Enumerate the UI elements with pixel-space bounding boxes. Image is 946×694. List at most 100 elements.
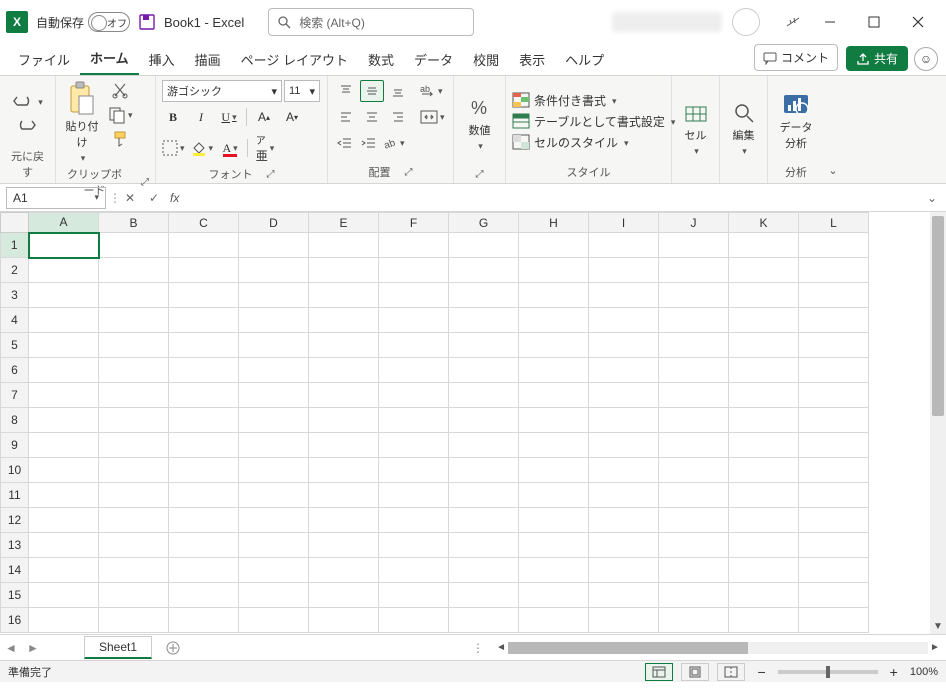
row-header[interactable]: 9 (1, 433, 29, 458)
cell[interactable] (29, 308, 99, 333)
cell[interactable] (99, 608, 169, 633)
column-header[interactable]: B (99, 213, 169, 233)
sheet-tab[interactable]: Sheet1 (84, 636, 152, 659)
new-sheet-button[interactable] (160, 638, 186, 658)
autosave-toggle[interactable]: オフ (88, 12, 130, 32)
cell[interactable] (799, 558, 869, 583)
cell[interactable] (729, 258, 799, 283)
cell[interactable] (589, 608, 659, 633)
font-size-combo[interactable]: 11▾ (284, 80, 320, 102)
column-header[interactable]: I (589, 213, 659, 233)
cell[interactable] (799, 583, 869, 608)
cell[interactable] (99, 233, 169, 258)
row-header[interactable]: 3 (1, 283, 29, 308)
cell[interactable] (29, 583, 99, 608)
cell[interactable] (29, 483, 99, 508)
cell[interactable] (659, 233, 729, 258)
cell[interactable] (659, 358, 729, 383)
cell[interactable] (729, 608, 799, 633)
zoom-out-button[interactable]: − (753, 664, 769, 680)
cell[interactable] (239, 583, 309, 608)
cell[interactable] (29, 258, 99, 283)
cell[interactable] (169, 383, 239, 408)
cell[interactable] (379, 533, 449, 558)
cell[interactable] (589, 408, 659, 433)
fx-icon[interactable]: fx (166, 191, 183, 205)
align-right-button[interactable] (386, 106, 410, 128)
cell[interactable] (29, 233, 99, 258)
cell[interactable] (99, 458, 169, 483)
cell[interactable] (799, 533, 869, 558)
cell[interactable] (169, 283, 239, 308)
cell[interactable] (799, 483, 869, 508)
cell[interactable] (99, 508, 169, 533)
cell[interactable] (309, 583, 379, 608)
cell[interactable] (659, 333, 729, 358)
cancel-formula-button[interactable]: ✕ (118, 191, 142, 205)
cell[interactable] (99, 308, 169, 333)
sheet-bar-options-icon[interactable]: ⋮ (466, 641, 490, 655)
decrease-indent-button[interactable] (334, 132, 356, 154)
column-header[interactable]: C (169, 213, 239, 233)
cell[interactable] (99, 408, 169, 433)
cell[interactable] (589, 458, 659, 483)
font-launcher-icon[interactable]: ⤢ (267, 169, 275, 180)
cell[interactable] (29, 533, 99, 558)
tab-pagelayout[interactable]: ページ レイアウト (231, 44, 358, 75)
format-painter-button[interactable] (109, 128, 131, 150)
sheet-nav-next-icon[interactable]: ► (22, 641, 44, 655)
cell[interactable] (729, 458, 799, 483)
cell[interactable] (169, 233, 239, 258)
cell[interactable] (519, 558, 589, 583)
cell[interactable] (29, 408, 99, 433)
tab-file[interactable]: ファイル (8, 44, 80, 75)
vertical-scrollbar[interactable]: ▲ ▼ (930, 212, 946, 634)
cell[interactable] (449, 558, 519, 583)
cell[interactable] (169, 508, 239, 533)
column-header[interactable]: E (309, 213, 379, 233)
cell[interactable] (99, 583, 169, 608)
font-name-combo[interactable]: 游ゴシック▾ (162, 80, 282, 102)
cell[interactable] (99, 283, 169, 308)
cell[interactable] (449, 308, 519, 333)
cell[interactable] (449, 458, 519, 483)
cell[interactable] (309, 558, 379, 583)
cell[interactable] (659, 408, 729, 433)
cell[interactable] (309, 483, 379, 508)
tab-draw[interactable]: 描画 (185, 44, 231, 75)
cell[interactable] (589, 558, 659, 583)
row-header[interactable]: 6 (1, 358, 29, 383)
cell[interactable] (29, 458, 99, 483)
cell[interactable] (449, 233, 519, 258)
row-header[interactable]: 8 (1, 408, 29, 433)
cell[interactable] (799, 433, 869, 458)
voice-icon[interactable] (778, 7, 808, 37)
zoom-in-button[interactable]: + (886, 664, 902, 680)
column-header[interactable]: F (379, 213, 449, 233)
cell[interactable] (239, 308, 309, 333)
cell[interactable] (519, 433, 589, 458)
borders-button[interactable] (162, 137, 185, 159)
ribbon-collapse-icon[interactable]: ⌄ (828, 164, 837, 177)
cell[interactable] (239, 383, 309, 408)
cell[interactable] (309, 258, 379, 283)
redo-button[interactable] (17, 117, 39, 133)
cell[interactable] (799, 233, 869, 258)
cell[interactable] (519, 233, 589, 258)
cell[interactable] (169, 558, 239, 583)
cell[interactable] (29, 358, 99, 383)
cell[interactable] (99, 558, 169, 583)
cell[interactable] (519, 333, 589, 358)
share-button[interactable]: 共有 (846, 46, 908, 71)
cell[interactable] (309, 433, 379, 458)
cell[interactable] (169, 483, 239, 508)
cell[interactable] (29, 383, 99, 408)
cell[interactable] (29, 508, 99, 533)
view-normal-button[interactable] (645, 663, 673, 681)
row-header[interactable]: 7 (1, 383, 29, 408)
column-header[interactable]: J (659, 213, 729, 233)
vscroll-thumb[interactable] (932, 216, 944, 416)
cell[interactable] (169, 433, 239, 458)
cell[interactable] (239, 283, 309, 308)
orientation-button[interactable]: ab (382, 132, 405, 154)
